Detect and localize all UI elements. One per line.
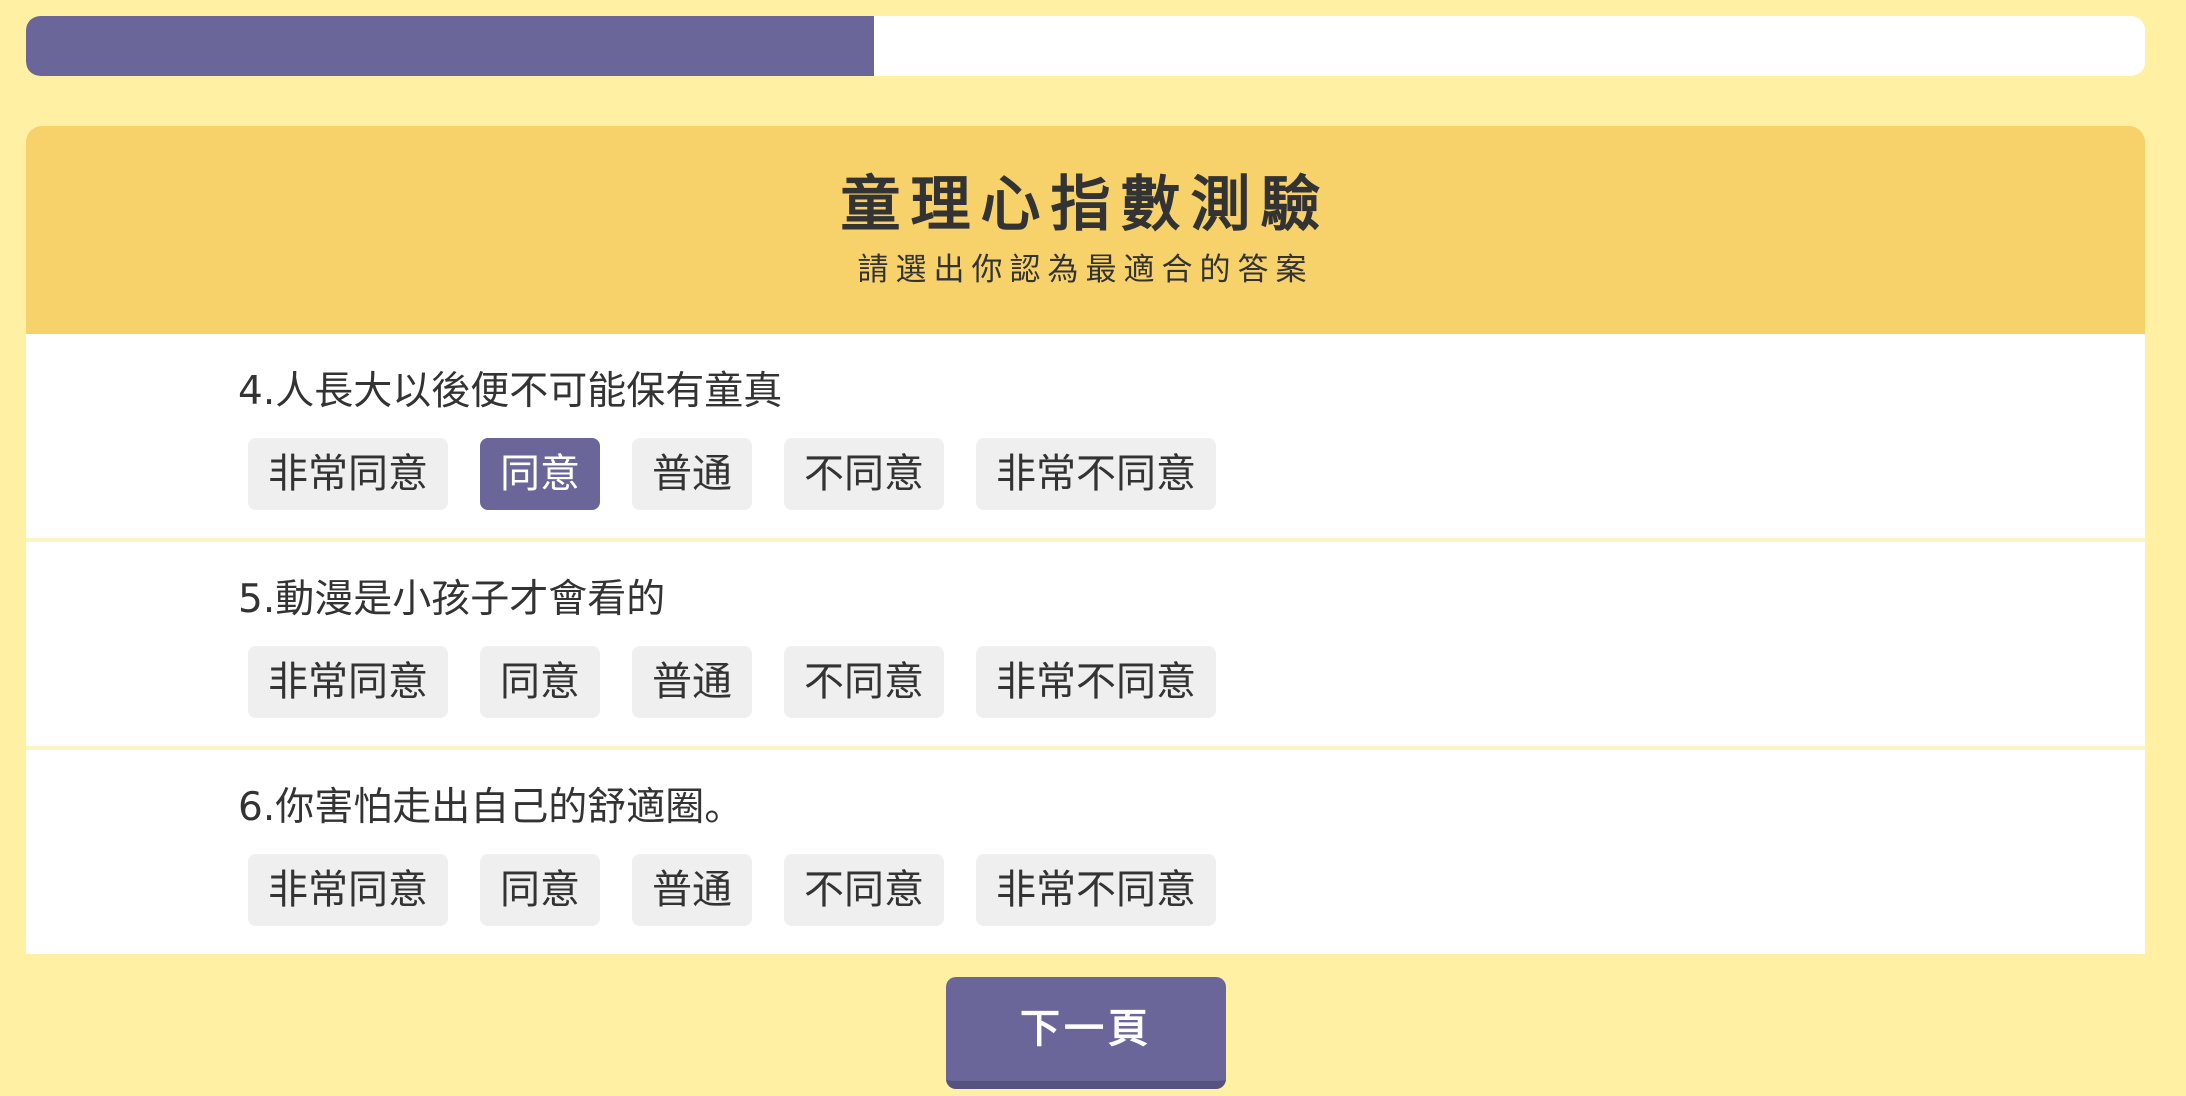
next-page-button[interactable]: 下一頁 bbox=[946, 977, 1226, 1089]
option-agree[interactable]: 同意 bbox=[480, 854, 600, 926]
question-5: 5.動漫是小孩子才會看的 非常同意 同意 普通 不同意 非常不同意 bbox=[26, 538, 2145, 746]
option-strongly-disagree[interactable]: 非常不同意 bbox=[976, 646, 1216, 718]
option-strongly-agree[interactable]: 非常同意 bbox=[248, 854, 448, 926]
option-strongly-agree[interactable]: 非常同意 bbox=[248, 646, 448, 718]
option-neutral[interactable]: 普通 bbox=[632, 646, 752, 718]
progress-bar bbox=[26, 16, 2145, 76]
question-text: 6.你害怕走出自己的舒適圈。 bbox=[238, 785, 744, 830]
question-6: 6.你害怕走出自己的舒適圈。 非常同意 同意 普通 不同意 非常不同意 bbox=[26, 746, 2145, 954]
quiz-subtitle: 請選出你認為最適合的答案 bbox=[857, 252, 1314, 288]
option-disagree[interactable]: 不同意 bbox=[784, 646, 944, 718]
option-strongly-disagree[interactable]: 非常不同意 bbox=[976, 438, 1216, 510]
option-disagree[interactable]: 不同意 bbox=[784, 438, 944, 510]
answer-options: 非常同意 同意 普通 不同意 非常不同意 bbox=[248, 646, 2145, 718]
option-agree[interactable]: 同意 bbox=[480, 646, 600, 718]
progress-bar-fill bbox=[26, 16, 874, 76]
quiz-title: 童理心指數測驗 bbox=[840, 170, 1331, 240]
answer-options: 非常同意 同意 普通 不同意 非常不同意 bbox=[248, 438, 2145, 510]
quiz-header: 童理心指數測驗 請選出你認為最適合的答案 bbox=[26, 126, 2145, 334]
option-strongly-agree[interactable]: 非常同意 bbox=[248, 438, 448, 510]
option-strongly-disagree[interactable]: 非常不同意 bbox=[976, 854, 1216, 926]
question-text: 4.人長大以後便不可能保有童真 bbox=[238, 369, 783, 414]
option-neutral[interactable]: 普通 bbox=[632, 854, 752, 926]
option-disagree[interactable]: 不同意 bbox=[784, 854, 944, 926]
quiz-card: 童理心指數測驗 請選出你認為最適合的答案 4.人長大以後便不可能保有童真 非常同… bbox=[26, 126, 2145, 956]
option-agree[interactable]: 同意 bbox=[480, 438, 600, 510]
answer-options: 非常同意 同意 普通 不同意 非常不同意 bbox=[248, 854, 2145, 926]
question-4: 4.人長大以後便不可能保有童真 非常同意 同意 普通 不同意 非常不同意 bbox=[26, 334, 2145, 538]
option-neutral[interactable]: 普通 bbox=[632, 438, 752, 510]
question-text: 5.動漫是小孩子才會看的 bbox=[238, 577, 666, 622]
